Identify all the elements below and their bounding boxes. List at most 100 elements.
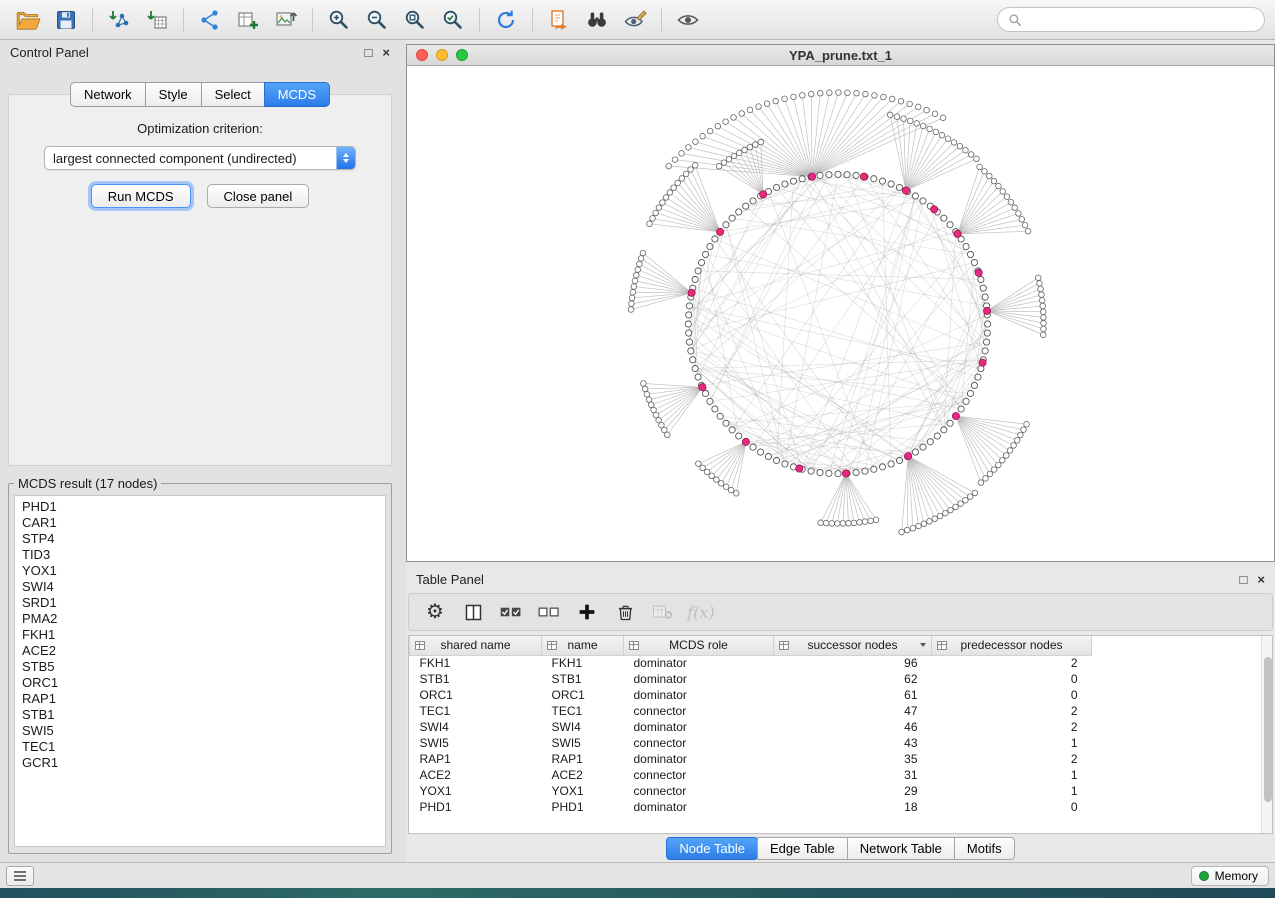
close-panel-button[interactable]: Close panel [207, 184, 310, 208]
show-columns-button[interactable] [457, 597, 489, 627]
table-cell[interactable]: 96 [774, 655, 932, 671]
column-header-mcds-role[interactable]: MCDS role [624, 636, 774, 655]
table-cell[interactable]: dominator [624, 655, 774, 671]
zoom-selected-button[interactable] [435, 4, 471, 36]
table-row[interactable]: ORC1ORC1dominator610 [410, 687, 1092, 703]
result-node[interactable]: PMA2 [22, 611, 378, 627]
memory-button[interactable]: Memory [1191, 866, 1269, 886]
table-cell[interactable]: RAP1 [542, 751, 624, 767]
network-window-titlebar[interactable]: YPA_prune.txt_1 [407, 45, 1274, 66]
table-scrollbar[interactable] [1261, 636, 1272, 833]
result-node[interactable]: SWI4 [22, 579, 378, 595]
minimize-window-button[interactable] [436, 49, 448, 61]
table-cell[interactable]: FKH1 [410, 655, 542, 671]
table-cell[interactable]: 0 [932, 687, 1092, 703]
table-cell[interactable]: SWI4 [542, 719, 624, 735]
float-panel-button[interactable]: □ [365, 46, 373, 59]
close-table-panel-button[interactable]: × [1257, 573, 1265, 586]
table-cell[interactable]: connector [624, 735, 774, 751]
result-node[interactable]: STB5 [22, 659, 378, 675]
show-panels-button[interactable] [6, 866, 34, 886]
table-row[interactable]: ACE2ACE2connector311 [410, 767, 1092, 783]
add-row-button[interactable] [571, 597, 603, 627]
table-cell[interactable]: dominator [624, 687, 774, 703]
tab-style[interactable]: Style [145, 82, 202, 107]
result-node[interactable]: STB1 [22, 707, 378, 723]
table-cell[interactable]: dominator [624, 799, 774, 815]
table-cell[interactable]: PHD1 [410, 799, 542, 815]
column-header-name[interactable]: name [542, 636, 624, 655]
table-row[interactable]: SWI5SWI5connector431 [410, 735, 1092, 751]
zoom-fit-button[interactable] [397, 4, 433, 36]
table-cell[interactable]: 35 [774, 751, 932, 767]
column-header-successor-nodes[interactable]: successor nodes [774, 636, 932, 655]
table-cell[interactable]: STB1 [542, 671, 624, 687]
table-cell[interactable]: YOX1 [410, 783, 542, 799]
new-table-button[interactable] [230, 4, 266, 36]
search-box[interactable] [997, 7, 1265, 32]
table-cell[interactable]: dominator [624, 719, 774, 735]
table-cell[interactable]: dominator [624, 671, 774, 687]
zoom-out-button[interactable] [359, 4, 395, 36]
tab-network[interactable]: Network [70, 82, 146, 107]
table-cell[interactable]: 29 [774, 783, 932, 799]
table-cell[interactable]: TEC1 [542, 703, 624, 719]
table-cell[interactable]: SWI4 [410, 719, 542, 735]
table-cell[interactable]: connector [624, 767, 774, 783]
table-cell[interactable]: ORC1 [542, 687, 624, 703]
table-cell[interactable]: ACE2 [410, 767, 542, 783]
deselect-all-button[interactable] [533, 597, 565, 627]
table-row[interactable]: RAP1RAP1dominator352 [410, 751, 1092, 767]
result-node[interactable]: CAR1 [22, 515, 378, 531]
column-header-shared-name[interactable]: shared name [410, 636, 542, 655]
table-cell[interactable]: SWI5 [410, 735, 542, 751]
result-node[interactable]: ORC1 [22, 675, 378, 691]
table-row[interactable]: SWI4SWI4dominator462 [410, 719, 1092, 735]
result-node[interactable]: YOX1 [22, 563, 378, 579]
close-window-button[interactable] [416, 49, 428, 61]
annotate-view-button[interactable] [617, 4, 653, 36]
table-cell[interactable]: 2 [932, 719, 1092, 735]
result-node[interactable]: SRD1 [22, 595, 378, 611]
table-cell[interactable]: 1 [932, 767, 1092, 783]
run-mcds-button[interactable]: Run MCDS [91, 184, 191, 208]
result-node[interactable]: SWI5 [22, 723, 378, 739]
export-image-button[interactable] [268, 4, 304, 36]
scrollbar-thumb[interactable] [1264, 657, 1272, 802]
table-cell[interactable]: FKH1 [542, 655, 624, 671]
table-cell[interactable]: dominator [624, 751, 774, 767]
delete-table-button[interactable] [647, 597, 679, 627]
function-builder-button[interactable]: f(x) [685, 597, 717, 627]
optimization-dropdown[interactable]: largest connected component (undirected) [44, 146, 356, 170]
tab-edge-table[interactable]: Edge Table [757, 837, 848, 860]
network-canvas[interactable] [407, 66, 1274, 561]
table-cell[interactable]: 1 [932, 735, 1092, 751]
table-cell[interactable]: 31 [774, 767, 932, 783]
result-node[interactable]: TEC1 [22, 739, 378, 755]
table-settings-button[interactable]: ⚙ [419, 597, 451, 627]
table-cell[interactable]: STB1 [410, 671, 542, 687]
table-cell[interactable]: 18 [774, 799, 932, 815]
tab-node-table[interactable]: Node Table [666, 837, 758, 860]
table-cell[interactable]: ORC1 [410, 687, 542, 703]
float-table-panel-button[interactable]: □ [1240, 573, 1248, 586]
result-node[interactable]: GCR1 [22, 755, 378, 771]
table-row[interactable]: PHD1PHD1dominator180 [410, 799, 1092, 815]
maximize-window-button[interactable] [456, 49, 468, 61]
import-network-button[interactable] [101, 4, 137, 36]
table-row[interactable]: STB1STB1dominator620 [410, 671, 1092, 687]
table-row[interactable]: TEC1TEC1connector472 [410, 703, 1092, 719]
result-node[interactable]: ACE2 [22, 643, 378, 659]
tab-select[interactable]: Select [201, 82, 265, 107]
show-graphics-button[interactable] [670, 4, 706, 36]
tab-motifs[interactable]: Motifs [954, 837, 1015, 860]
zoom-in-button[interactable] [321, 4, 357, 36]
table-cell[interactable]: 61 [774, 687, 932, 703]
table-cell[interactable]: 62 [774, 671, 932, 687]
table-cell[interactable]: TEC1 [410, 703, 542, 719]
new-network-button[interactable] [192, 4, 228, 36]
table-cell[interactable]: 2 [932, 751, 1092, 767]
table-row[interactable]: YOX1YOX1connector291 [410, 783, 1092, 799]
table-cell[interactable]: connector [624, 703, 774, 719]
open-session-button[interactable] [10, 4, 46, 36]
